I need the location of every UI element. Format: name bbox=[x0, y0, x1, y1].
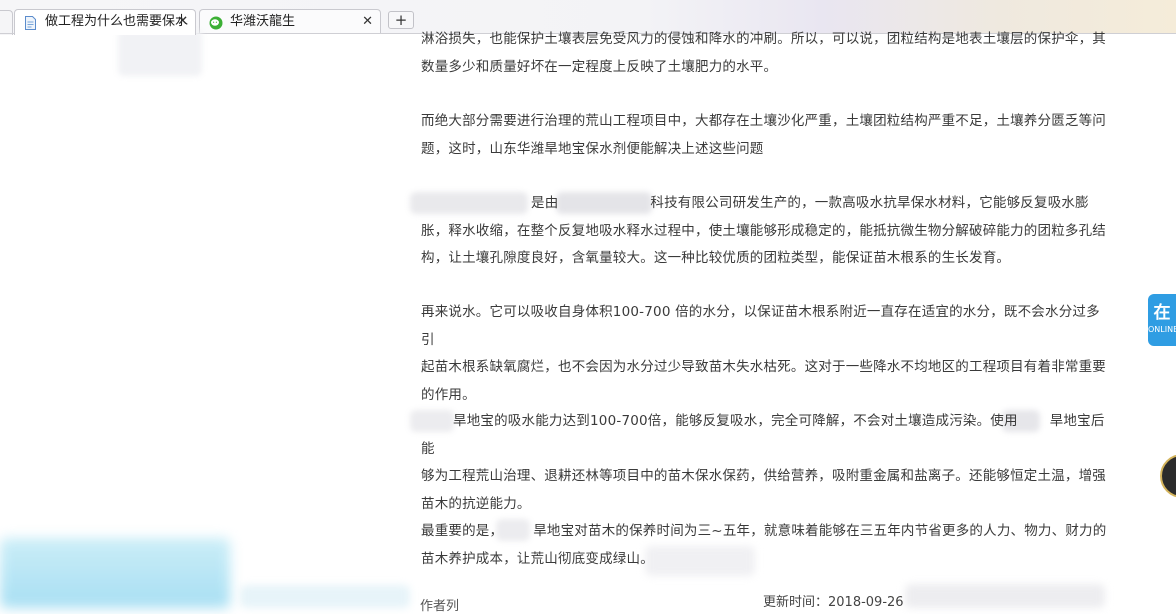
phone-widget-icon[interactable] bbox=[1160, 454, 1176, 498]
tab-company[interactable]: 华潍沃龍生 ✕ bbox=[199, 9, 381, 34]
text-span: 旱地宝的吸水能力达到100-700倍，能够反复吸水，完全可降解，不会对土壤造成污… bbox=[453, 413, 1018, 429]
wechat-icon bbox=[209, 15, 223, 30]
redacted-block bbox=[905, 584, 1105, 608]
tab-label: 做工程为什么也需要保水 bbox=[45, 14, 189, 29]
online-glyph: 在 bbox=[1153, 303, 1171, 323]
text-line: 的作用。 bbox=[421, 386, 476, 403]
text-line: 题，这时，山东华潍旱地宝保水剂便能解决上述这些问题 bbox=[421, 140, 764, 157]
redacted-block bbox=[0, 538, 230, 608]
close-icon[interactable]: ✕ bbox=[177, 10, 188, 34]
redacted-block bbox=[118, 30, 202, 76]
paragraph-6: 最重要的是， 旱地宝对苗木的保养时间为三~五年，就意味着能够在三五年内节省更多的人… bbox=[421, 518, 1111, 573]
paragraph-2: 而绝大部分需要进行治理的荒山工程项目中，大都存在土壤沙化严重，土壤团粒结构严重不… bbox=[421, 108, 1111, 163]
text-span: 科技有限公司研发生产的，一款高吸水抗旱保水材料，它能够反复吸水膨 bbox=[650, 195, 1089, 211]
text-line: 而绝大部分需要进行治理的荒山工程项目中，大都存在土壤沙化严重，土壤团粒结构严重不… bbox=[421, 113, 1106, 129]
paragraph-4: 再来说水。它可以吸收自身体积100-700 倍的水分，以保证苗木根系附近一直存在… bbox=[421, 299, 1111, 409]
text-line: 旱地宝的吸水能力达到100-700倍，能够反复吸水，完全可降解，不会对土壤造成污… bbox=[421, 408, 1111, 463]
new-tab-button[interactable]: + bbox=[388, 11, 414, 29]
text-line: 是由 科技有限公司研发生产的，一款高吸水抗旱保水材料，它能够反复吸水膨 bbox=[421, 190, 1111, 218]
redacted-block bbox=[240, 585, 410, 608]
document-icon bbox=[24, 15, 37, 30]
tab-article[interactable]: 做工程为什么也需要保水 ✕ bbox=[14, 9, 196, 35]
text-line: 起苗木根系缺氧腐烂，也不会因为水分过少导致苗木失水枯死。这对于一些降水不均地区的… bbox=[421, 359, 1106, 375]
text-line: 数量多少和质量好坏在一定程度上反映了土壤肥力的水平。 bbox=[421, 58, 778, 75]
text-span: 旱地宝对苗木的保养时间为三~五年，就意味着能够在三五年内节省更多的人力、物力、财… bbox=[533, 523, 1107, 539]
text-line: 淋浴损失，也能保护土壤表层免受风力的侵蚀和降水的冲刷。所以，可以说，团粒结构是地… bbox=[421, 31, 1106, 47]
text-line: 够为工程荒山治理、退耕还林等项目中的苗木保水保药，供给营养，吸附重金属和盐离子。… bbox=[421, 468, 1106, 484]
text-line: 最重要的是， 旱地宝对苗木的保养时间为三~五年，就意味着能够在三五年内节省更多的人… bbox=[421, 518, 1111, 546]
close-icon[interactable]: ✕ bbox=[362, 10, 373, 34]
paragraph-5: 旱地宝的吸水能力达到100-700倍，能够反复吸水，完全可降解，不会对土壤造成污… bbox=[421, 408, 1111, 518]
text-span: 最重要的是， bbox=[421, 523, 504, 539]
paragraph-3: 是由 科技有限公司研发生产的，一款高吸水抗旱保水材料，它能够反复吸水膨 胀，释水收… bbox=[421, 190, 1111, 273]
author-label: 作者列 bbox=[420, 599, 460, 614]
text-line: 苗木养护成本，让荒山彻底变成绿山。 bbox=[421, 550, 654, 567]
text-line: 构，让土壤孔隙度良好，含氧量较大。这一种比较优质的团粒类型，能保证苗木根系的生长… bbox=[421, 250, 1011, 266]
tab-label: 华潍沃龍生 bbox=[230, 14, 296, 29]
online-label: ONLINE bbox=[1148, 325, 1176, 334]
text-span: 是由 bbox=[531, 195, 559, 211]
online-service-button[interactable]: 在 ONLINE bbox=[1148, 294, 1176, 346]
update-time: 更新时间：2018-09-26 bbox=[763, 595, 904, 610]
text-line: 胀，释水收缩，在整个反复地吸水释水过程中，使土壤能够形成稳定的，能抵抗微生物分解… bbox=[421, 222, 1106, 239]
text-line: 苗木的抗逆能力。 bbox=[421, 495, 531, 512]
text-line: 再来说水。它可以吸收自身体积100-700 倍的水分，以保证苗木根系附近一直存在… bbox=[421, 304, 1100, 348]
tab-stub bbox=[0, 10, 13, 35]
paragraph-1: 淋浴损失，也能保护土壤表层免受风力的侵蚀和降水的冲刷。所以，可以说，团粒结构是地… bbox=[421, 26, 1111, 81]
